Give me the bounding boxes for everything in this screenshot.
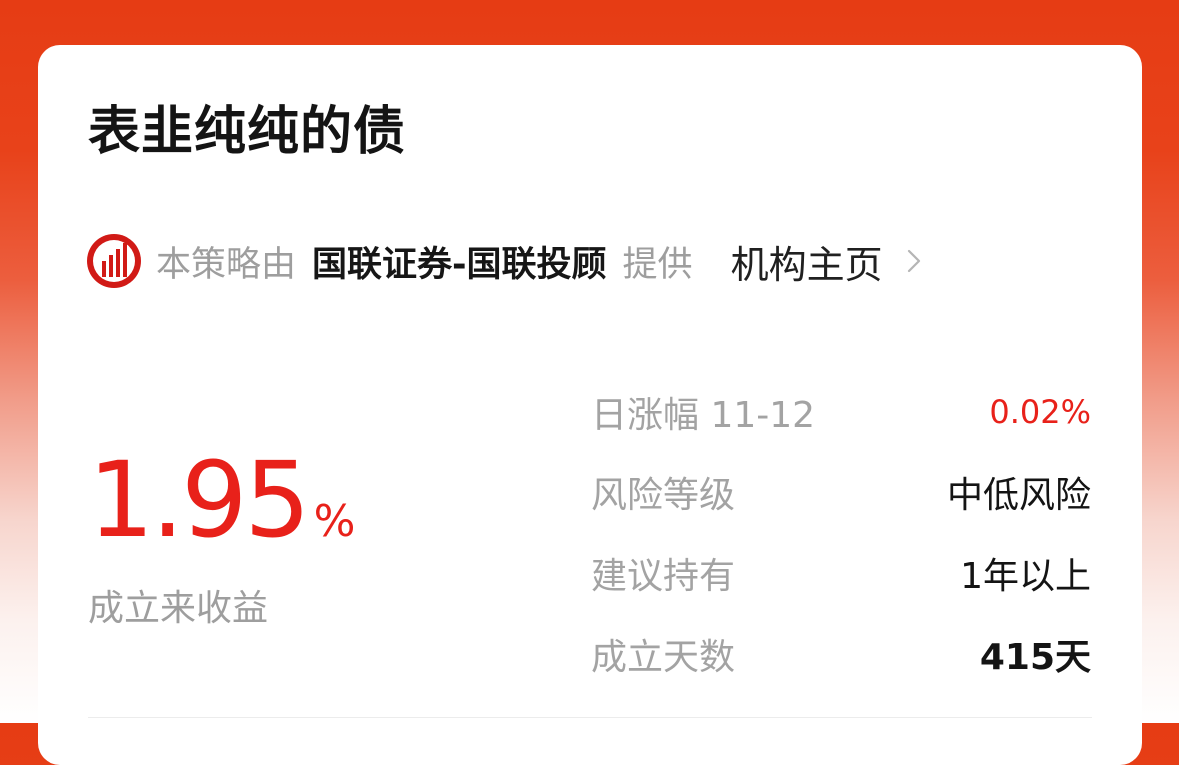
stat-row-risk-level: 风险等级 中低风险 xyxy=(591,466,1091,518)
divider xyxy=(88,717,1092,718)
chevron-right-icon xyxy=(907,249,920,273)
strategy-card: 表韭纯纯的债 本策略由 国联证券-国联投顾 提供 机构主页 1.95 % 成立来… xyxy=(38,45,1142,765)
cumulative-return: 1.95 % xyxy=(88,445,355,555)
guolian-logo-icon xyxy=(87,234,141,288)
org-homepage-label: 机构主页 xyxy=(730,242,883,287)
provider-name: 国联证券-国联投顾 xyxy=(312,244,607,285)
stat-value: 中低风险 xyxy=(946,475,1091,516)
stat-value: 415天 xyxy=(979,637,1091,678)
stat-row-holding-period: 建议持有 1年以上 xyxy=(591,547,1091,599)
stat-row-days-since-launch: 成立天数 415天 xyxy=(591,628,1091,680)
stat-value: 0.02% xyxy=(989,393,1091,431)
stat-label: 成立天数 xyxy=(591,637,736,678)
cumulative-return-label: 成立来收益 xyxy=(88,588,269,629)
provider-prefix-text: 本策略由 xyxy=(156,244,297,285)
cumulative-return-value: 1.95 xyxy=(88,439,311,561)
provider-suffix-text: 提供 xyxy=(622,244,693,285)
stat-label: 日涨幅 11-12 xyxy=(591,395,816,436)
strategy-title: 表韭纯纯的债 xyxy=(88,102,407,162)
org-homepage-link[interactable]: 机构主页 xyxy=(731,234,921,289)
cumulative-return-unit: % xyxy=(313,496,356,547)
stat-label: 建议持有 xyxy=(591,556,736,597)
stat-row-daily-change: 日涨幅 11-12 0.02% xyxy=(591,386,1091,438)
stat-value: 1年以上 xyxy=(960,556,1091,597)
stat-label: 风险等级 xyxy=(591,475,736,516)
provider-row: 本策略由 国联证券-国联投顾 提供 机构主页 xyxy=(86,233,921,289)
